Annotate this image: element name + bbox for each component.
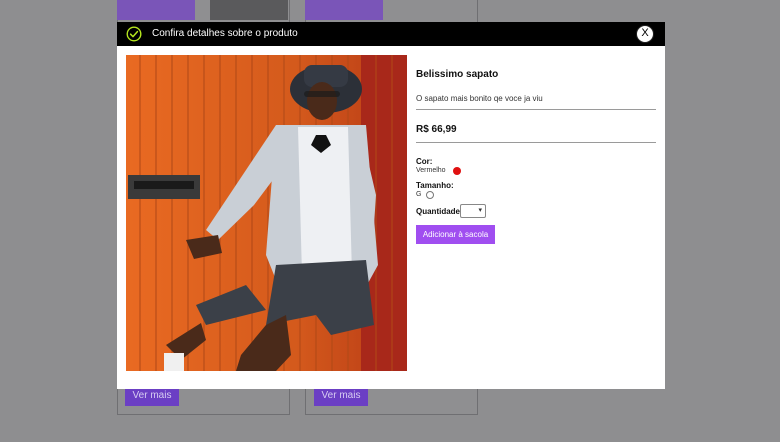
product-description: O sapato mais bonito qe voce ja viu (416, 94, 543, 103)
product-modal: Confira detalhes sobre o produto X Belis… (117, 22, 665, 389)
quantity-label: Quantidade (416, 207, 461, 216)
color-swatch[interactable] (453, 167, 461, 175)
product-image (126, 55, 407, 371)
product-thumbnail (210, 0, 288, 20)
size-value: G (416, 191, 422, 198)
ver-mais-button[interactable]: Ver mais (314, 386, 368, 406)
color-label: Cor: (416, 157, 433, 166)
size-label: Tamanho: (416, 181, 454, 190)
size-radio[interactable] (426, 191, 434, 199)
color-value: Vermelho (416, 167, 446, 174)
modal-title: Confira detalhes sobre o produto (152, 28, 298, 39)
divider (416, 109, 656, 110)
product-thumbnail (305, 0, 383, 20)
close-button[interactable]: X (636, 25, 654, 43)
product-price: R$ 66,99 (416, 124, 457, 135)
quantity-select[interactable]: ▾ (460, 204, 486, 218)
check-circle-icon (126, 26, 142, 42)
divider (416, 142, 656, 143)
ver-mais-button[interactable]: Ver mais (125, 386, 179, 406)
modal-header: Confira detalhes sobre o produto X (117, 22, 665, 46)
add-to-bag-button[interactable]: Adicionar à sacola (416, 225, 495, 244)
chevron-down-icon: ▾ (478, 207, 482, 214)
product-name: Belissimo sapato (416, 69, 499, 80)
product-thumbnail (117, 0, 195, 20)
